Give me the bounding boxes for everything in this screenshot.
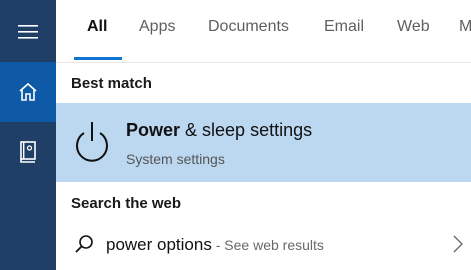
home-icon — [19, 82, 37, 101]
home-button[interactable] — [0, 62, 56, 122]
active-tab-indicator — [74, 57, 122, 60]
best-match-result[interactable]: Power & sleep settings System settings — [56, 103, 471, 182]
search-panel: All Apps Documents Email Web M Best matc… — [56, 0, 471, 270]
power-icon — [76, 122, 108, 162]
chevron-right-icon[interactable] — [453, 235, 463, 253]
web-query-text: power options - See web results — [106, 235, 324, 255]
tab-apps[interactable]: Apps — [139, 18, 175, 36]
tab-all[interactable]: All — [87, 18, 107, 36]
search-icon — [75, 235, 93, 253]
tab-email[interactable]: Email — [324, 18, 364, 36]
see-web-results: See web results — [224, 237, 324, 253]
tabs-divider — [56, 62, 471, 63]
search-web-heading: Search the web — [71, 195, 182, 212]
web-result-row[interactable]: power options - See web results — [56, 225, 471, 265]
best-match-heading: Best match — [71, 75, 152, 92]
notebook-icon — [20, 141, 36, 163]
best-match-subtitle: System settings — [126, 151, 225, 167]
tab-web[interactable]: Web — [397, 18, 430, 36]
best-match-title-rest: & sleep settings — [180, 120, 313, 140]
query-separator: - — [211, 237, 225, 253]
best-match-title: Power & sleep settings — [126, 120, 312, 141]
notebook-button[interactable] — [0, 122, 56, 182]
left-rail — [0, 0, 56, 270]
filter-tabs: All Apps Documents Email Web M — [56, 0, 471, 62]
query-text: power options — [106, 235, 212, 254]
hamburger-menu-icon — [18, 25, 38, 39]
menu-button[interactable] — [0, 2, 56, 62]
tab-documents[interactable]: Documents — [208, 18, 289, 36]
tab-more[interactable]: M — [459, 18, 471, 36]
best-match-title-bold: Power — [126, 120, 181, 140]
